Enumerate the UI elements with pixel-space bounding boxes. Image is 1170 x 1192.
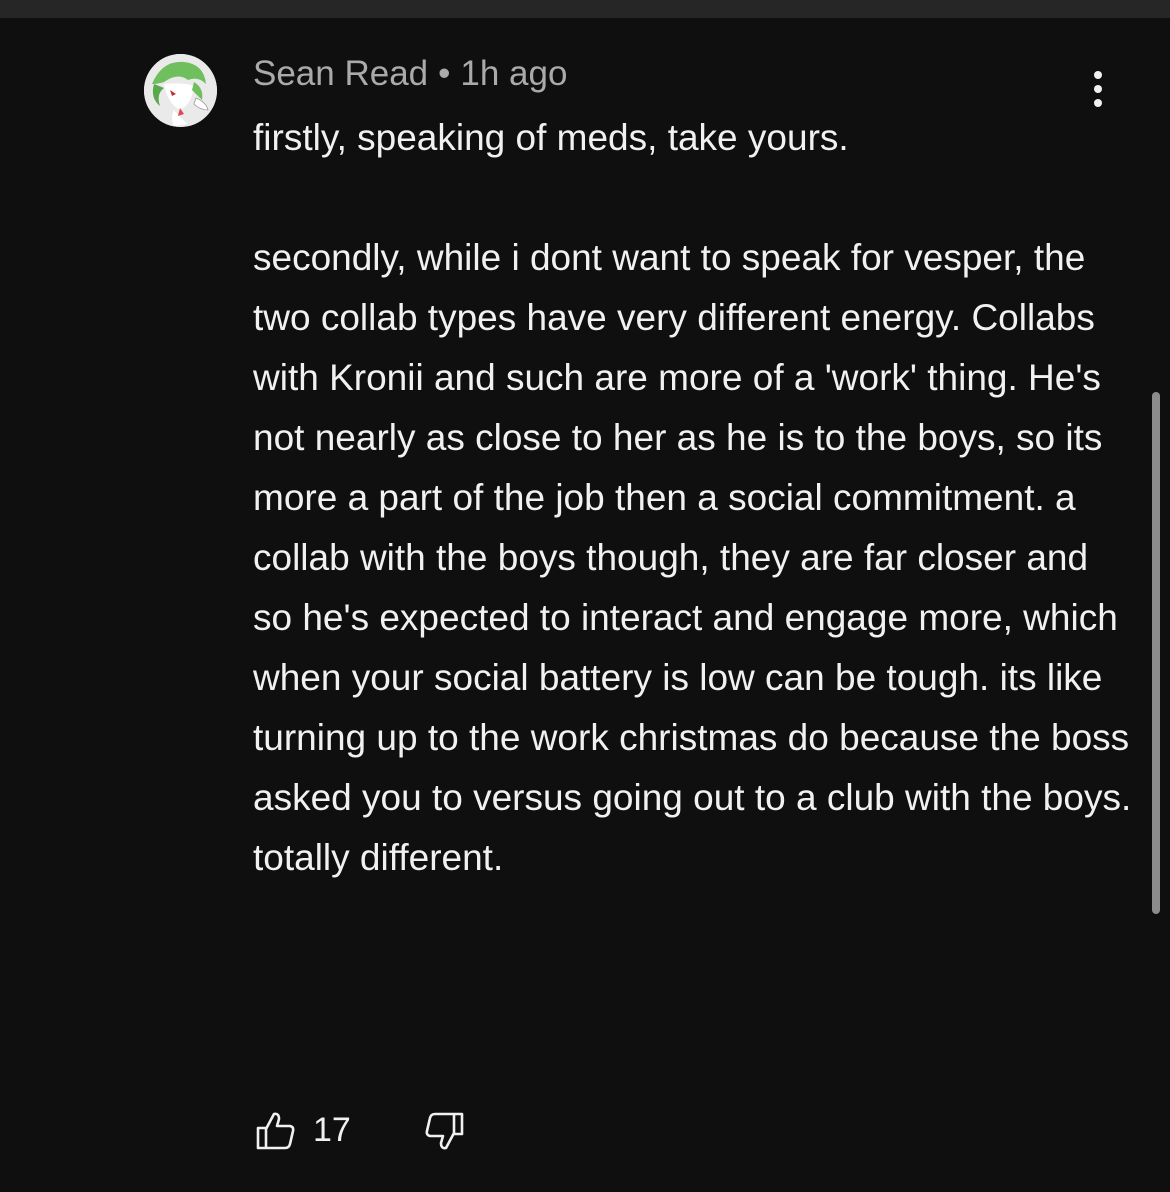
like-button[interactable] (255, 1110, 297, 1152)
dislike-button[interactable] (423, 1110, 465, 1152)
more-vertical-icon (1094, 71, 1102, 107)
thumbs-down-icon (425, 1112, 464, 1150)
top-divider-strip (0, 0, 1170, 18)
avatar[interactable] (144, 54, 217, 127)
gardevoir-avatar-icon (144, 54, 217, 127)
author-name[interactable]: Sean Read (253, 54, 428, 93)
meta-separator: • (438, 54, 451, 93)
like-count: 17 (313, 1111, 351, 1149)
more-options-button[interactable] (1080, 68, 1116, 112)
comment-text: firstly, speaking of meds, take yours. s… (253, 117, 1132, 878)
thumbs-up-icon (256, 1112, 295, 1150)
scrollbar[interactable] (1152, 392, 1160, 914)
comment-meta: Sean Read • 1h ago (253, 52, 567, 96)
timestamp: 1h ago (460, 54, 568, 93)
